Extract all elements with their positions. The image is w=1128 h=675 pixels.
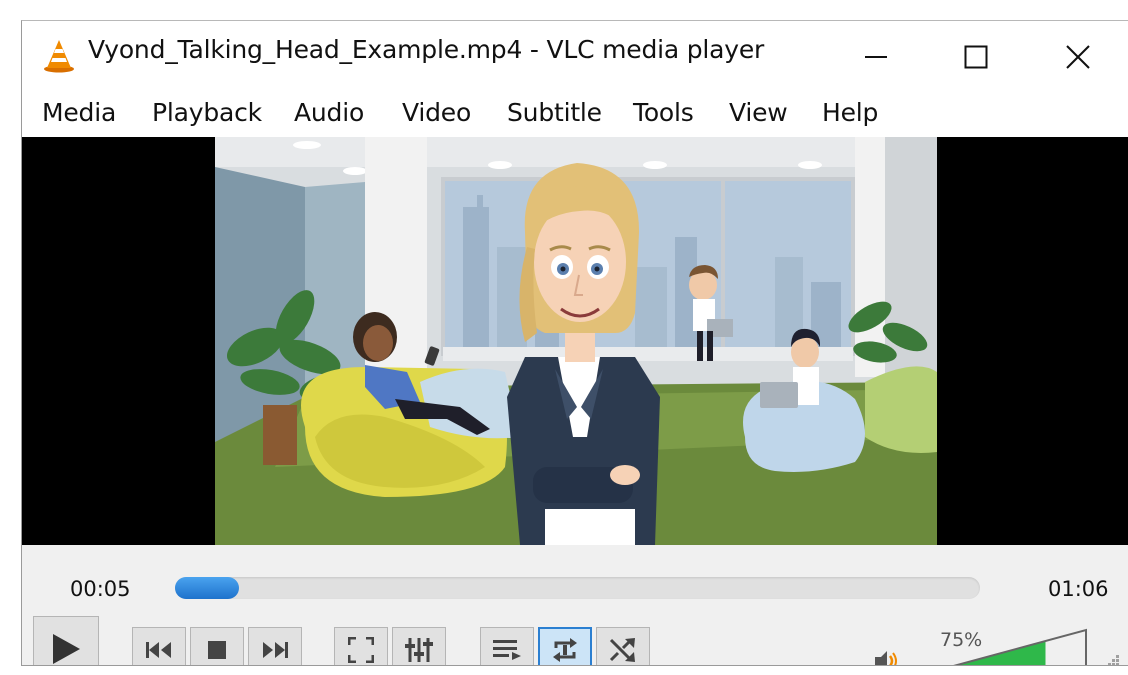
play-icon (49, 632, 83, 665)
maximize-button[interactable] (926, 27, 1026, 87)
resize-grip-icon[interactable] (1102, 653, 1120, 665)
previous-icon (145, 641, 173, 659)
stop-icon (207, 640, 227, 660)
next-button[interactable] (248, 627, 302, 665)
screen-background: Vyond_Talking_Head_Example.mp4 - VLC med… (0, 0, 1128, 675)
volume-slider[interactable] (921, 627, 1089, 666)
seek-bar[interactable] (175, 577, 980, 599)
play-button[interactable] (33, 616, 99, 665)
playlist-icon (492, 638, 522, 662)
fullscreen-button[interactable] (334, 627, 388, 665)
next-icon (261, 641, 289, 659)
vlc-cone-icon (42, 39, 76, 73)
extended-settings-button[interactable] (392, 627, 446, 665)
fullscreen-icon (348, 637, 374, 663)
window-title: Vyond_Talking_Head_Example.mp4 - VLC med… (88, 35, 765, 64)
menu-bar: Media Playback Audio Video Subtitle Tool… (22, 93, 1128, 137)
elapsed-time: 00:05 (70, 577, 131, 601)
playlist-button[interactable] (480, 627, 534, 665)
title-bar[interactable]: Vyond_Talking_Head_Example.mp4 - VLC med… (22, 21, 1128, 93)
vlc-window: Vyond_Talking_Head_Example.mp4 - VLC med… (21, 20, 1128, 666)
menu-view[interactable]: View (729, 98, 788, 127)
minimize-icon (864, 45, 888, 69)
previous-button[interactable] (132, 627, 186, 665)
maximize-icon (964, 45, 988, 69)
minimize-button[interactable] (826, 27, 926, 87)
menu-help[interactable]: Help (822, 98, 878, 127)
menu-subtitle[interactable]: Subtitle (507, 98, 602, 127)
menu-tools[interactable]: Tools (633, 98, 694, 127)
video-frame (215, 137, 937, 545)
menu-media[interactable]: Media (42, 98, 116, 127)
menu-audio[interactable]: Audio (294, 98, 364, 127)
loop-button[interactable] (538, 627, 592, 665)
close-button[interactable] (1028, 27, 1128, 87)
menu-playback[interactable]: Playback (152, 98, 262, 127)
seek-progress (175, 577, 239, 599)
loop-icon (550, 636, 580, 664)
close-icon (1065, 44, 1091, 70)
menu-video[interactable]: Video (402, 98, 471, 127)
extended-settings-icon (405, 637, 433, 663)
total-time: 01:06 (1048, 577, 1109, 601)
stop-button[interactable] (190, 627, 244, 665)
controls-panel: 00:05 01:06 75% (22, 545, 1128, 666)
speaker-icon[interactable] (874, 649, 900, 665)
shuffle-icon (609, 637, 637, 663)
shuffle-button[interactable] (596, 627, 650, 665)
video-area[interactable] (22, 137, 1128, 545)
